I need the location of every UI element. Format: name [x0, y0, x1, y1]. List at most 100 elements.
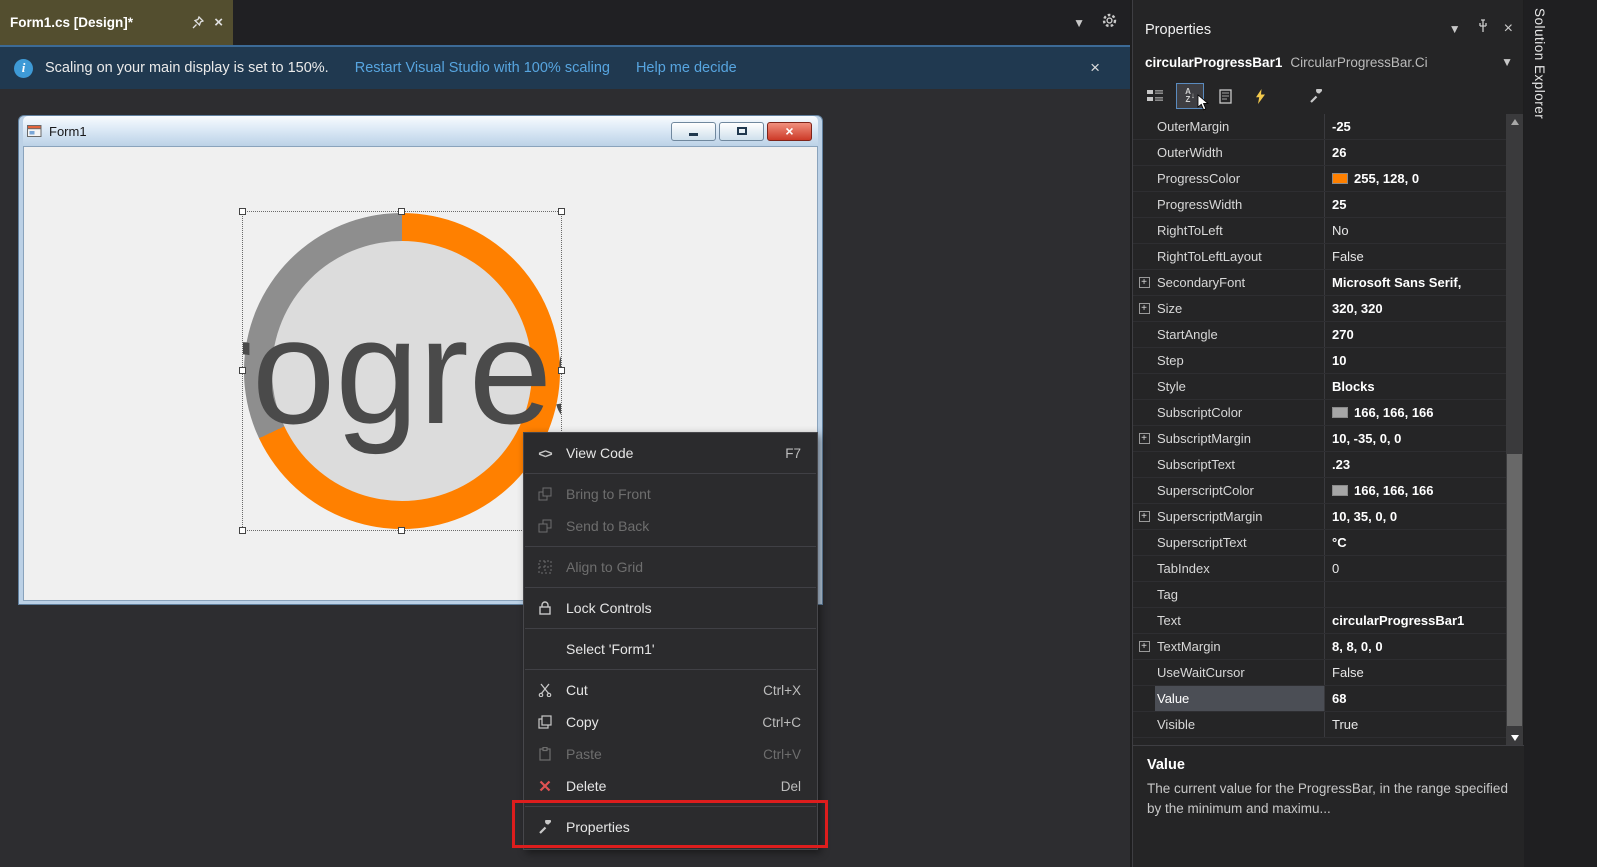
property-row[interactable]: OuterMargin -25 [1133, 114, 1507, 140]
property-value[interactable]: Blocks [1325, 374, 1507, 399]
scroll-down-arrow[interactable] [1506, 730, 1523, 745]
property-value[interactable]: 10 [1325, 348, 1507, 373]
close-icon[interactable]: × [214, 14, 223, 31]
property-value[interactable] [1325, 582, 1507, 607]
property-row[interactable]: SuperscriptText °C [1133, 530, 1507, 556]
restart-scaling-link[interactable]: Restart Visual Studio with 100% scaling [355, 60, 610, 76]
resize-handle-s[interactable] [398, 527, 405, 534]
gear-icon[interactable] [1101, 12, 1118, 34]
maximize-button[interactable] [719, 121, 764, 141]
close-icon[interactable]: × [1504, 20, 1513, 38]
property-row[interactable]: SubscriptColor 166, 166, 166 [1133, 400, 1507, 426]
property-row[interactable]: SubscriptMargin 10, -35, 0, 0 [1133, 426, 1507, 452]
property-value[interactable]: No [1325, 218, 1507, 243]
help-me-decide-link[interactable]: Help me decide [636, 60, 737, 76]
property-value[interactable]: 166, 166, 166 [1325, 400, 1507, 425]
property-value[interactable]: circularProgressBar1 [1325, 608, 1507, 633]
menu-label: View Code [566, 445, 634, 461]
menu-item-cut[interactable]: Cut Ctrl+X [524, 674, 817, 706]
property-value[interactable]: 10, 35, 0, 0 [1325, 504, 1507, 529]
property-row[interactable]: RightToLeftLayout False [1133, 244, 1507, 270]
pin-icon[interactable] [1476, 19, 1489, 38]
property-value[interactable]: 270 [1325, 322, 1507, 347]
property-value[interactable]: 166, 166, 166 [1325, 478, 1507, 503]
resize-handle-ne[interactable] [558, 208, 565, 215]
menu-item-view-code[interactable]: <> View Code F7 [524, 437, 817, 469]
property-row[interactable]: SuperscriptMargin 10, 35, 0, 0 [1133, 504, 1507, 530]
property-row-selected[interactable]: Value 68 [1133, 686, 1507, 712]
wrench-button[interactable] [1302, 83, 1330, 109]
minimize-button[interactable] [671, 121, 716, 141]
alphabetical-sort-button[interactable]: AZ ↓ [1176, 83, 1209, 111]
copy-icon [524, 715, 566, 729]
categorized-button[interactable] [1141, 83, 1169, 109]
expand-icon[interactable] [1138, 641, 1150, 652]
expand-icon[interactable] [1138, 511, 1150, 522]
property-row[interactable]: TextMargin 8, 8, 0, 0 [1133, 634, 1507, 660]
menu-shortcut: Ctrl+X [763, 682, 801, 698]
window-position-chevron-icon[interactable]: ▼ [1449, 22, 1461, 36]
info-bar-close-icon[interactable]: × [1090, 58, 1100, 78]
property-value[interactable]: False [1325, 660, 1507, 685]
property-row[interactable]: SubscriptText .23 [1133, 452, 1507, 478]
property-value[interactable]: 10, -35, 0, 0 [1325, 426, 1507, 451]
property-row[interactable]: Text circularProgressBar1 [1133, 608, 1507, 634]
property-row[interactable]: Step 10 [1133, 348, 1507, 374]
property-value[interactable]: 26 [1325, 140, 1507, 165]
form-close-button[interactable]: × [767, 121, 812, 141]
resize-handle-nw[interactable] [239, 208, 246, 215]
pin-icon[interactable] [192, 16, 205, 29]
menu-item-delete[interactable]: Delete Del [524, 770, 817, 802]
expand-icon[interactable] [1138, 303, 1150, 314]
property-value[interactable]: 68 [1325, 686, 1507, 711]
form-titlebar[interactable]: Form1 × [23, 116, 818, 146]
property-row[interactable]: SuperscriptColor 166, 166, 166 [1133, 478, 1507, 504]
resize-handle-n[interactable] [398, 208, 405, 215]
menu-item-select-form1[interactable]: Select 'Form1' [524, 633, 817, 665]
property-pages-button[interactable] [1211, 83, 1239, 109]
chevron-down-icon[interactable]: ▼ [1501, 55, 1513, 69]
property-grid: OuterMargin -25 OuterWidth 26 ProgressCo… [1133, 114, 1507, 738]
solution-explorer-vertical-tab[interactable]: Solution Explorer [1532, 0, 1547, 119]
resize-handle-w[interactable] [239, 367, 246, 374]
tab-form1-design[interactable]: Form1.cs [Design]* × [0, 0, 233, 45]
chevron-down-icon[interactable]: ▼ [1073, 16, 1085, 30]
resize-handle-sw[interactable] [239, 527, 246, 534]
property-value[interactable]: -25 [1325, 114, 1507, 139]
property-row[interactable]: StartAngle 270 [1133, 322, 1507, 348]
expand-icon[interactable] [1138, 277, 1150, 288]
expand-icon[interactable] [1138, 433, 1150, 444]
property-value[interactable]: 255, 128, 0 [1325, 166, 1507, 191]
property-value[interactable]: 25 [1325, 192, 1507, 217]
property-value[interactable]: °C [1325, 530, 1507, 555]
property-value[interactable]: 8, 8, 0, 0 [1325, 634, 1507, 659]
resize-handle-e[interactable] [558, 367, 565, 374]
property-row[interactable]: Size 320, 320 [1133, 296, 1507, 322]
circular-progress-control[interactable]: Progress [239, 208, 565, 534]
property-row[interactable]: OuterWidth 26 [1133, 140, 1507, 166]
property-row[interactable]: Tag [1133, 582, 1507, 608]
property-name: TextMargin [1155, 634, 1325, 659]
property-row[interactable]: TabIndex 0 [1133, 556, 1507, 582]
property-row[interactable]: ProgressWidth 25 [1133, 192, 1507, 218]
property-row[interactable]: Visible True [1133, 712, 1507, 738]
property-value[interactable]: 0 [1325, 556, 1507, 581]
property-name: Tag [1155, 582, 1325, 607]
scroll-up-arrow[interactable] [1506, 114, 1523, 129]
property-value[interactable]: Microsoft Sans Serif, [1325, 270, 1507, 295]
scrollbar[interactable] [1506, 114, 1523, 745]
events-lightning-icon[interactable] [1246, 83, 1274, 109]
property-value[interactable]: True [1325, 712, 1507, 737]
property-value[interactable]: 320, 320 [1325, 296, 1507, 321]
property-row[interactable]: SecondaryFont Microsoft Sans Serif, [1133, 270, 1507, 296]
object-selector-dropdown[interactable]: circularProgressBar1 CircularProgressBar… [1133, 46, 1523, 78]
property-row[interactable]: Style Blocks [1133, 374, 1507, 400]
property-row[interactable]: RightToLeft No [1133, 218, 1507, 244]
menu-item-lock-controls[interactable]: Lock Controls [524, 592, 817, 624]
scrollbar-thumb[interactable] [1507, 454, 1522, 726]
menu-item-copy[interactable]: Copy Ctrl+C [524, 706, 817, 738]
property-value[interactable]: .23 [1325, 452, 1507, 477]
property-value[interactable]: False [1325, 244, 1507, 269]
property-row[interactable]: ProgressColor 255, 128, 0 [1133, 166, 1507, 192]
property-row[interactable]: UseWaitCursor False [1133, 660, 1507, 686]
